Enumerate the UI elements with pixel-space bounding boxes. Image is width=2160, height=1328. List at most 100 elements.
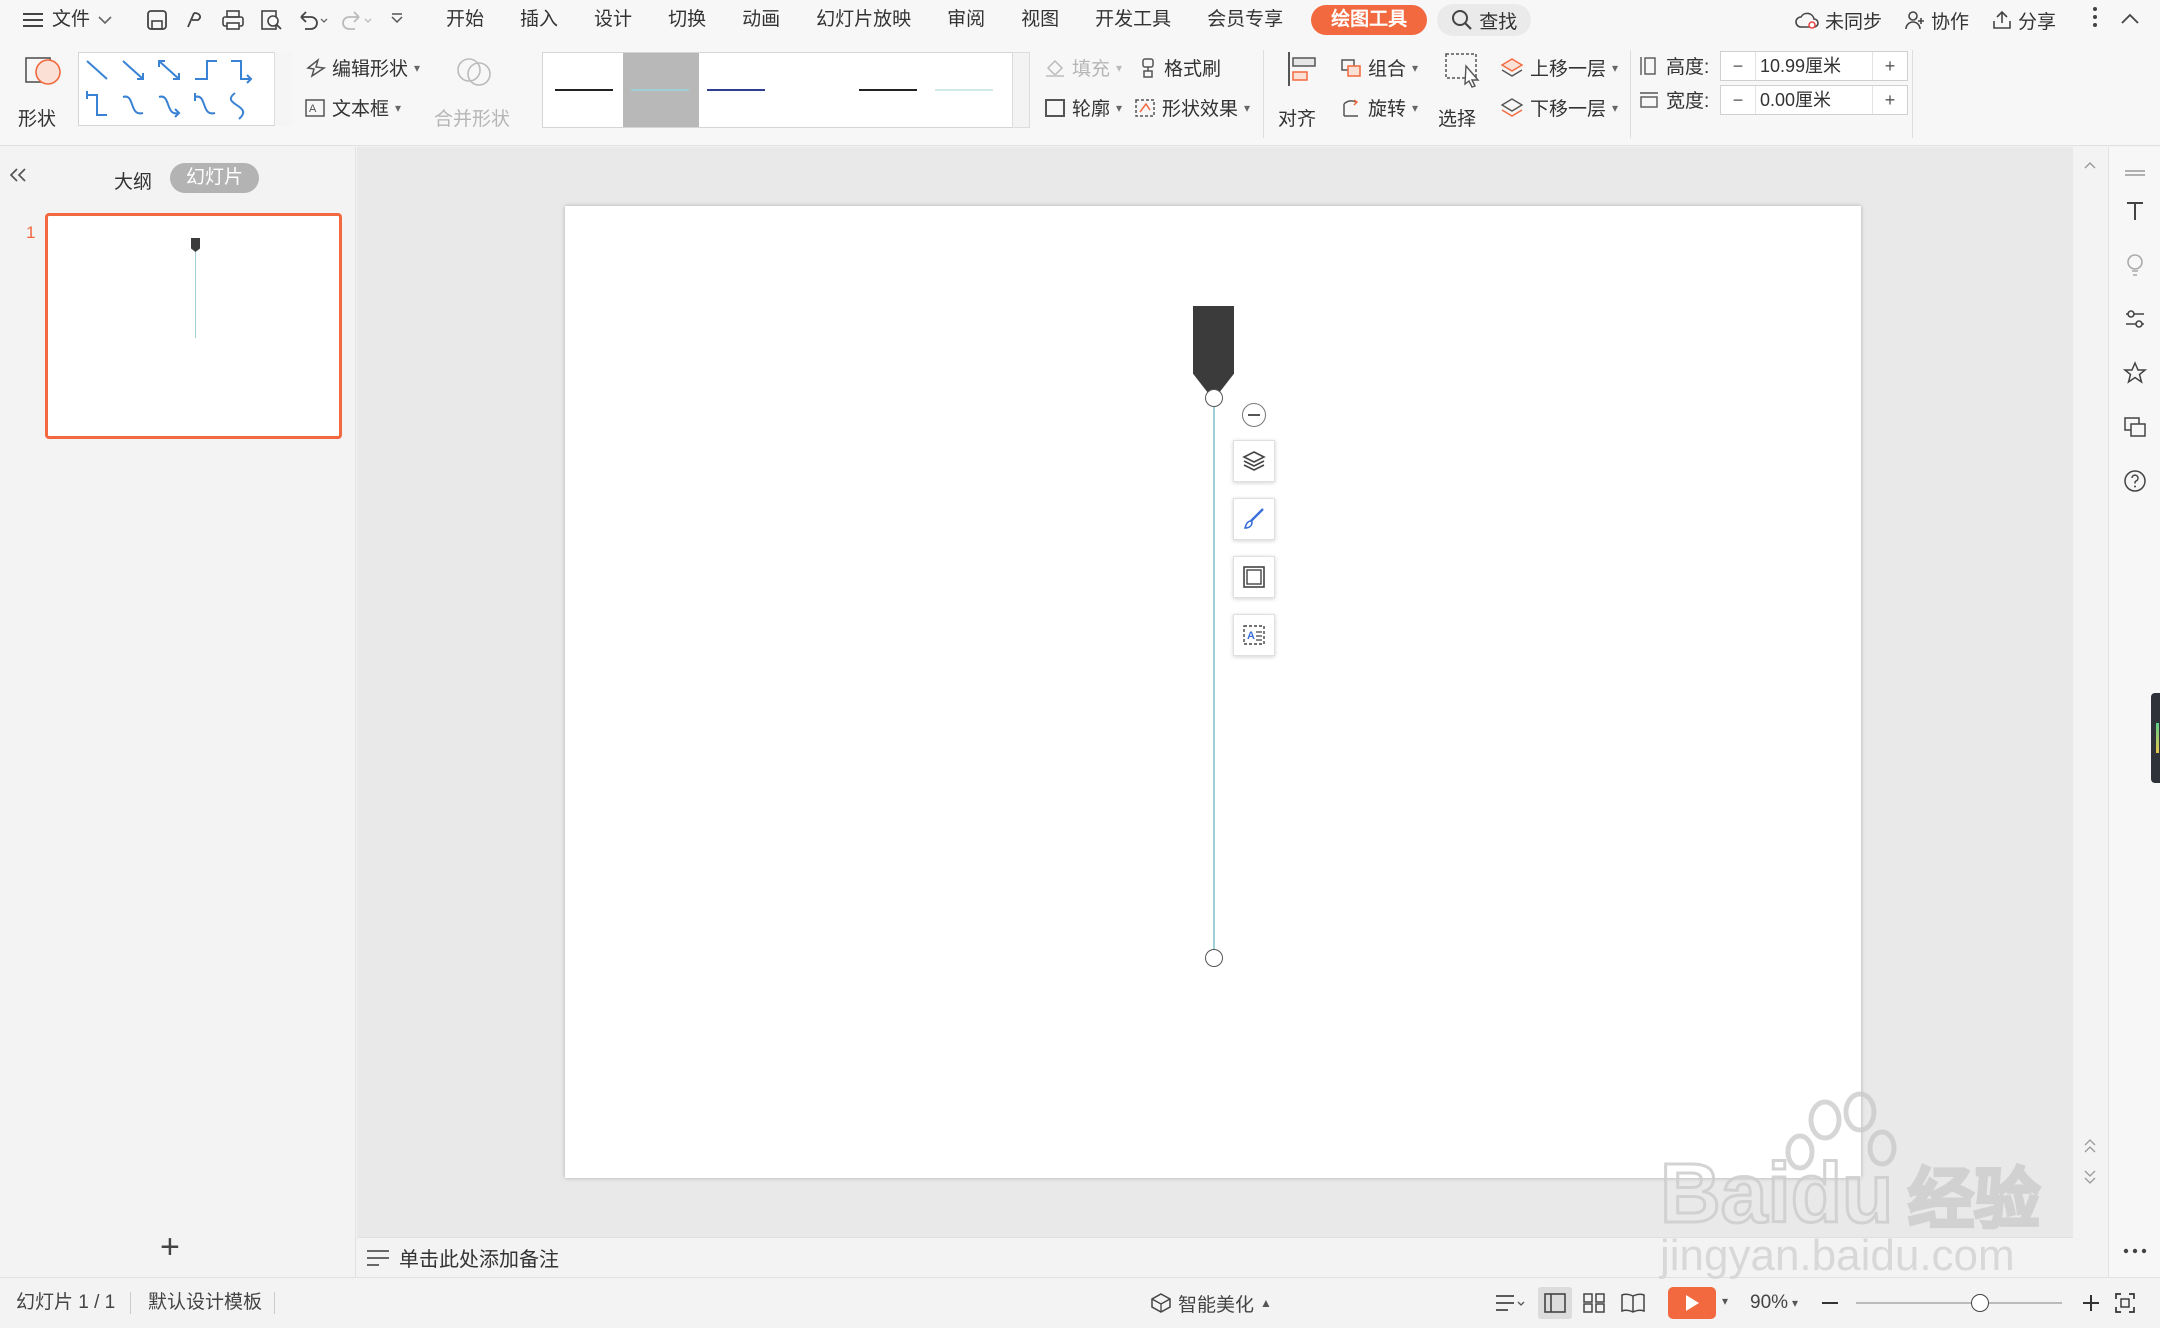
tab-home[interactable]: 开始 bbox=[428, 0, 502, 40]
tab-view[interactable]: 视图 bbox=[1003, 0, 1077, 40]
group-button[interactable]: 组合 ▾ bbox=[1340, 54, 1418, 81]
redo-icon[interactable] bbox=[334, 0, 378, 40]
side-drawer-handle[interactable] bbox=[2151, 693, 2160, 783]
line-style-6[interactable] bbox=[927, 53, 1003, 127]
search-box[interactable]: 查找 bbox=[1437, 4, 1532, 36]
tab-transition[interactable]: 切换 bbox=[650, 0, 724, 40]
width-increase-button[interactable]: + bbox=[1873, 90, 1907, 111]
text-wrap-button[interactable]: A bbox=[1233, 614, 1275, 656]
width-value[interactable]: 0.00厘米 bbox=[1755, 86, 1873, 114]
collapse-panel-icon[interactable] bbox=[8, 167, 28, 188]
zoom-in-button[interactable] bbox=[2080, 1292, 2102, 1314]
format-icon[interactable] bbox=[176, 0, 214, 40]
height-increase-button[interactable]: + bbox=[1873, 56, 1907, 77]
next-slide-icon[interactable] bbox=[2083, 1167, 2097, 1187]
width-stepper[interactable]: − 0.00厘米 + bbox=[1720, 85, 1908, 115]
more-options-icon[interactable] bbox=[2092, 6, 2098, 34]
align-button[interactable]: 对齐 bbox=[1274, 50, 1332, 136]
line-gallery-scroll[interactable] bbox=[1012, 52, 1030, 128]
line-style-3[interactable] bbox=[699, 53, 775, 127]
line-style-2[interactable] bbox=[623, 53, 699, 127]
layers-button[interactable] bbox=[1233, 440, 1275, 482]
merge-shape-button[interactable]: 合并形状 bbox=[430, 50, 520, 136]
height-stepper[interactable]: − 10.99厘米 + bbox=[1720, 51, 1908, 81]
tab-slides[interactable]: 幻灯片 bbox=[170, 163, 260, 193]
tab-insert[interactable]: 插入 bbox=[502, 0, 576, 40]
width-decrease-button[interactable]: − bbox=[1721, 90, 1755, 111]
zoom-slider[interactable] bbox=[1856, 1294, 2062, 1312]
zoom-out-button[interactable] bbox=[1822, 1302, 1838, 1304]
fill-button[interactable]: 填充 ▾ bbox=[1044, 54, 1122, 81]
normal-view-icon[interactable] bbox=[1538, 1287, 1572, 1319]
save-icon[interactable] bbox=[138, 0, 176, 40]
collapse-float-toolbar-icon[interactable] bbox=[1242, 403, 1266, 427]
zoom-level-dropdown[interactable]: 90% ▾ bbox=[1750, 1278, 1798, 1328]
dropdown-caret-icon: ▾ bbox=[1792, 1296, 1799, 1310]
sync-status[interactable]: 未同步 bbox=[1794, 7, 1882, 34]
print-preview-icon[interactable] bbox=[252, 0, 290, 40]
height-value[interactable]: 10.99厘米 bbox=[1755, 52, 1873, 80]
line-style-1[interactable] bbox=[549, 53, 625, 127]
select-button[interactable]: 选择 bbox=[1436, 50, 1496, 136]
slideshow-play-button[interactable] bbox=[1668, 1287, 1716, 1319]
timeline-line[interactable] bbox=[1213, 397, 1215, 958]
line-style-gallery[interactable] bbox=[542, 52, 1016, 128]
scroll-up-icon[interactable] bbox=[2083, 157, 2097, 169]
line-start-handle[interactable] bbox=[1205, 389, 1223, 407]
lightbulb-icon[interactable] bbox=[2117, 247, 2153, 283]
shape-button[interactable]: 形状 bbox=[14, 50, 70, 136]
shape-effect-button[interactable]: 形状效果 ▾ bbox=[1134, 94, 1250, 121]
bring-forward-button[interactable]: 上移一层 ▾ bbox=[1500, 54, 1618, 81]
chevron-down-icon[interactable]: ▾ bbox=[1722, 1294, 1728, 1308]
tab-review[interactable]: 审阅 bbox=[929, 0, 1003, 40]
line-style-4[interactable] bbox=[775, 53, 851, 127]
tab-animation[interactable]: 动画 bbox=[724, 0, 798, 40]
zoom-slider-knob[interactable] bbox=[1970, 1294, 1989, 1312]
tab-developer[interactable]: 开发工具 bbox=[1077, 0, 1189, 40]
template-name[interactable]: 默认设计模板 bbox=[148, 1278, 262, 1328]
print-icon[interactable] bbox=[214, 0, 252, 40]
tab-drawing-tools[interactable]: 绘图工具 bbox=[1311, 5, 1428, 35]
drag-handle-icon[interactable] bbox=[2117, 155, 2153, 191]
outline-button[interactable]: 轮廓 ▾ bbox=[1044, 94, 1122, 121]
customize-quick-access-icon[interactable] bbox=[378, 0, 416, 40]
undo-icon[interactable] bbox=[290, 0, 334, 40]
add-slide-button[interactable]: + bbox=[160, 1230, 180, 1264]
prev-slide-icon[interactable] bbox=[2083, 1137, 2097, 1157]
file-menu[interactable]: 文件 bbox=[0, 0, 130, 40]
share-button[interactable]: 分享 bbox=[1991, 7, 2056, 34]
tab-slideshow[interactable]: 幻灯片放映 bbox=[798, 0, 929, 40]
height-decrease-button[interactable]: − bbox=[1721, 56, 1755, 77]
help-icon[interactable] bbox=[2117, 463, 2153, 499]
reading-view-icon[interactable] bbox=[1620, 1292, 1646, 1320]
timeline-marker-shape[interactable] bbox=[1193, 306, 1234, 400]
tab-member[interactable]: 会员专享 bbox=[1189, 0, 1301, 40]
more-tools-icon[interactable] bbox=[2117, 1233, 2153, 1269]
gallery-scroll[interactable] bbox=[274, 52, 292, 126]
transition-icon[interactable] bbox=[2117, 409, 2153, 445]
line-end-handle[interactable] bbox=[1205, 949, 1223, 967]
fit-window-icon[interactable] bbox=[2114, 1292, 2136, 1320]
slide-thumbnail[interactable] bbox=[45, 213, 342, 439]
line-style-5[interactable] bbox=[851, 53, 927, 127]
format-painter-button[interactable]: 格式刷 bbox=[1138, 54, 1221, 81]
smart-beautify-button[interactable]: 智能美化 ▲ bbox=[1150, 1278, 1272, 1328]
outline-style-button[interactable] bbox=[1233, 556, 1275, 598]
edit-shape-button[interactable]: 编辑形状 ▾ bbox=[304, 54, 420, 81]
rotate-button[interactable]: 旋转 ▾ bbox=[1340, 94, 1418, 121]
text-style-icon[interactable] bbox=[2117, 193, 2153, 229]
vertical-scrollbar[interactable] bbox=[2073, 147, 2108, 1237]
slide-canvas[interactable] bbox=[565, 206, 1861, 1178]
notes-toggle-icon[interactable] bbox=[1494, 1292, 1528, 1320]
connector-gallery[interactable] bbox=[78, 52, 292, 126]
adjust-icon[interactable] bbox=[2117, 301, 2153, 337]
tab-outline[interactable]: 大纲 bbox=[114, 167, 152, 194]
collab-button[interactable]: 协作 bbox=[1904, 7, 1969, 34]
star-animation-icon[interactable] bbox=[2117, 355, 2153, 391]
tab-design[interactable]: 设计 bbox=[576, 0, 650, 40]
textbox-button[interactable]: A 文本框 ▾ bbox=[304, 94, 401, 121]
send-backward-button[interactable]: 下移一层 ▾ bbox=[1500, 94, 1618, 121]
grid-view-icon[interactable] bbox=[1582, 1292, 1606, 1320]
brush-button[interactable] bbox=[1233, 498, 1275, 540]
collapse-ribbon-icon[interactable] bbox=[2120, 9, 2140, 31]
